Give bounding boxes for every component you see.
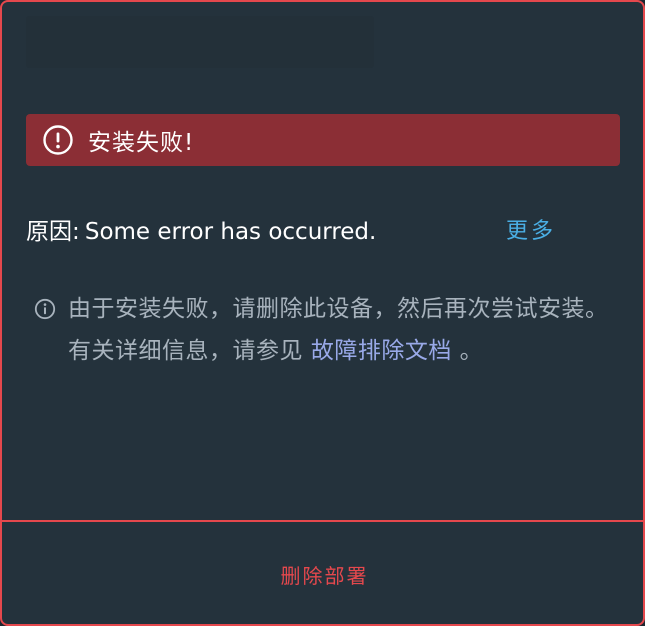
reason-row: 原因: Some error has occurred. 更多 bbox=[26, 212, 620, 252]
error-banner-title: 安装失败! bbox=[88, 130, 195, 156]
reason-value: Some error has occurred. bbox=[84, 219, 377, 245]
info-text-after-link: 。 bbox=[459, 338, 484, 364]
more-link[interactable]: 更多 bbox=[506, 212, 556, 252]
delete-deployment-button[interactable]: 删除部署 bbox=[2, 522, 643, 624]
error-banner: 安装失败! bbox=[26, 114, 620, 166]
troubleshooting-doc-link[interactable]: 故障排除文档 bbox=[311, 338, 452, 364]
info-circle-icon bbox=[34, 298, 56, 320]
alert-circle-icon bbox=[42, 124, 74, 156]
install-failed-card: 安装失败! 原因: Some error has occurred. 更多 由于… bbox=[0, 0, 645, 626]
title-placeholder bbox=[26, 16, 374, 68]
reason-label: 原因: bbox=[26, 219, 80, 245]
info-text: 由于安装失败，请删除此设备，然后再次尝试安装。 有关详细信息，请参见 故障排除文… bbox=[68, 288, 624, 372]
